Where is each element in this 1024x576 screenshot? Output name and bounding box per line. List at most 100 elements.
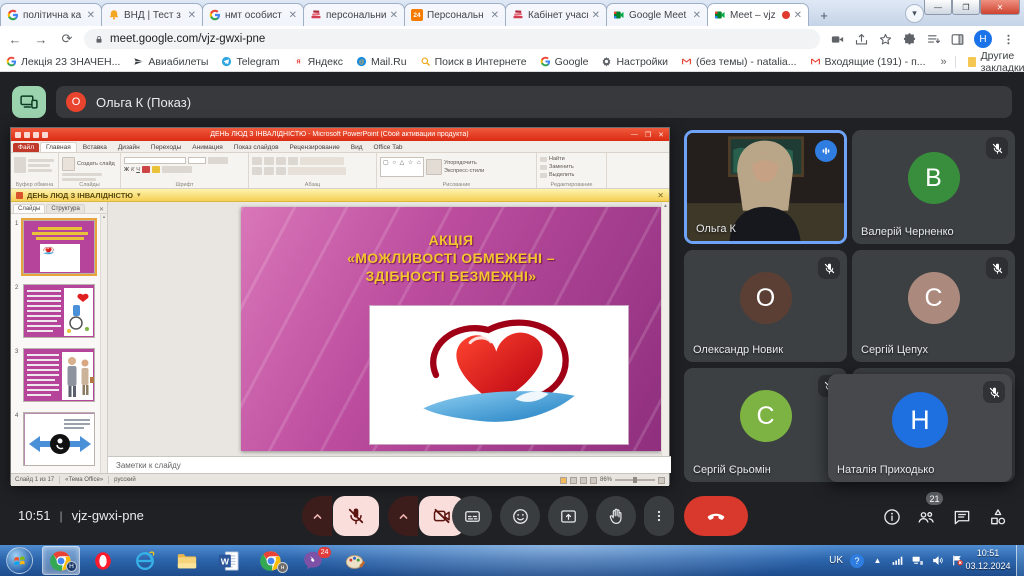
fit-to-window-button[interactable] (658, 477, 665, 484)
ribbon-tab-home[interactable]: Главная (40, 142, 77, 152)
ribbon-tab-animation[interactable]: Анимация (187, 143, 228, 152)
ribbon-tab-officetab[interactable]: Office Tab (369, 143, 408, 152)
profile-avatar[interactable]: H (974, 30, 992, 48)
ribbon-group-clipboard[interactable]: Буфер обмена (11, 153, 59, 188)
more-options-button[interactable] (644, 496, 674, 536)
bookmark-item[interactable]: Входящие (191) - п... (810, 56, 926, 68)
participant-tile-valerii[interactable]: В Валерій Черненко (852, 130, 1015, 244)
tab-kabinet[interactable]: Кабінет учасн ✕ (505, 3, 607, 26)
shared-powerpoint-window[interactable]: ДЕНЬ ЛЮД З ІНВАЛІДНІСТЮ - Microsoft Powe… (10, 127, 670, 485)
shapes-gallery[interactable]: ▢ ○ △ ☆ ⌂ (380, 157, 424, 177)
bookmark-item[interactable]: Google (540, 56, 589, 68)
slide-thumbnail-1[interactable]: 1 (23, 220, 99, 278)
ribbon-group-editing[interactable]: Найти Заменить Выделить Редактирование (537, 153, 607, 188)
notes-pane[interactable]: Заметки к слайду (108, 456, 671, 473)
tab-google-meet[interactable]: Google Meet ✕ (606, 3, 708, 26)
help-icon[interactable]: ? (850, 554, 864, 568)
tab-close-icon[interactable]: ✕ (188, 10, 196, 21)
taskbar-paint[interactable] (336, 546, 374, 575)
ribbon-tab-review[interactable]: Рецензирование (285, 143, 345, 152)
presenter-banner[interactable]: О Ольга К (Показ) (56, 86, 1012, 118)
ribbon-tab-design[interactable]: Дизайн (113, 143, 145, 152)
raise-hand-button[interactable] (596, 496, 636, 536)
captions-button[interactable] (452, 496, 492, 536)
document-tab-close-icon[interactable]: ✕ (657, 191, 664, 200)
taskbar-internet-explorer[interactable] (126, 546, 164, 575)
mic-mute-button[interactable] (333, 496, 379, 536)
quick-access-toolbar[interactable] (15, 132, 48, 138)
slide-thumbnail-4[interactable]: 4 (23, 412, 99, 470)
tab-vnd-test[interactable]: ВНД | Тест з б ✕ (101, 3, 203, 26)
tab-close-icon[interactable]: ✕ (289, 10, 297, 21)
taskbar-chrome[interactable]: H (42, 546, 80, 575)
end-call-button[interactable] (684, 496, 748, 536)
pane-tab-slides[interactable]: Слайды (13, 204, 45, 213)
taskbar-file-explorer[interactable] (168, 546, 206, 575)
volume-icon[interactable] (931, 554, 944, 567)
media-camera-icon[interactable] (830, 32, 845, 47)
participant-tile-nataliia-floating[interactable]: Н Наталія Приходько (828, 374, 1012, 482)
tab-close-icon[interactable]: ✕ (592, 10, 600, 21)
share-icon[interactable] (854, 32, 869, 47)
network-icon[interactable] (911, 554, 924, 567)
bookmark-item[interactable]: Поиск в Интернете (420, 56, 527, 68)
bookmark-item[interactable]: Настройки (601, 56, 668, 68)
pane-tab-outline[interactable]: Структура (46, 204, 84, 213)
tab-close-icon[interactable]: ✕ (693, 10, 701, 21)
tab-nmt[interactable]: нмт особист ✕ (202, 3, 304, 26)
tray-expand-icon[interactable]: ▲ (871, 554, 884, 567)
bookmark-item[interactable]: Telegram (221, 56, 279, 68)
bookmark-item[interactable]: Авиабилеты (133, 56, 208, 68)
slide-thumbnail-2[interactable]: 2 (23, 284, 99, 342)
tab-meet-active[interactable]: Meet – vjz ✕ (707, 3, 809, 26)
signal-icon[interactable] (891, 554, 904, 567)
ribbon-group-slides[interactable]: Создать слайд Слайды (59, 153, 121, 188)
pane-scrollbar[interactable]: ▲ (100, 214, 107, 473)
pane-close-icon[interactable]: ✕ (99, 206, 104, 213)
bookmark-item[interactable]: Лекція 23 ЗНАЧЕН... (6, 56, 120, 68)
ribbon-tab-view[interactable]: Вид (346, 143, 368, 152)
ribbon-tab-insert[interactable]: Вставка (78, 143, 112, 152)
minimize-button[interactable]: — (924, 0, 952, 15)
other-bookmarks[interactable]: Другие закладки (947, 50, 1024, 74)
new-tab-button[interactable]: + (814, 6, 834, 24)
ppt-window-controls[interactable]: —❐✕ (631, 131, 664, 139)
ribbon-group-paragraph[interactable]: Абзац (249, 153, 377, 188)
ribbon-tab-transitions[interactable]: Переходы (146, 143, 187, 152)
language-indicator[interactable]: UK (829, 555, 843, 566)
maximize-button[interactable]: ❐ (952, 0, 980, 15)
bookmark-star-icon[interactable] (878, 32, 893, 47)
close-button[interactable]: ✕ (980, 0, 1020, 15)
forward-icon[interactable]: → (30, 28, 52, 50)
ribbon-group-drawing[interactable]: ▢ ○ △ ☆ ⌂ Упорядочить Экспресс-стили Рис… (377, 153, 537, 188)
tab-search-chevron-icon[interactable]: ▾ (905, 4, 924, 23)
mic-options-chevron[interactable] (302, 496, 332, 536)
bookmark-item[interactable]: Яндекс (293, 56, 343, 68)
tab-politychna[interactable]: політична ка ✕ (0, 3, 102, 26)
slide-thumbnail-3[interactable]: 3 (23, 348, 99, 406)
view-normal-button[interactable] (560, 477, 567, 484)
reload-icon[interactable]: ⟳ (56, 28, 78, 50)
side-panel-icon[interactable] (950, 32, 965, 47)
reading-list-icon[interactable] (926, 32, 941, 47)
participant-tile-olga[interactable]: Ольга К (684, 130, 847, 244)
office-tab-bar[interactable]: ДЕНЬ ЛЮД З ІНВАЛІДНІСТЮ ▾ ✕ (11, 189, 669, 202)
tab-close-icon[interactable]: ✕ (794, 10, 802, 21)
presenting-screen-button[interactable] (12, 86, 46, 118)
participants-icon[interactable] (916, 507, 936, 527)
chat-icon[interactable] (952, 507, 972, 527)
ribbon-group-font[interactable]: Ж К Ч Шрифт (121, 153, 249, 188)
reactions-button[interactable] (500, 496, 540, 536)
participant-tile-serhii-tsepukh[interactable]: С Сергій Цепух (852, 250, 1015, 362)
ribbon-tab-file[interactable]: Файл (13, 143, 39, 152)
show-desktop-button[interactable] (1016, 545, 1024, 576)
taskbar-word[interactable] (210, 546, 248, 575)
camera-options-chevron[interactable] (388, 496, 418, 536)
bookmark-item[interactable]: Mail.Ru (356, 56, 407, 68)
present-button[interactable] (548, 496, 588, 536)
activities-icon[interactable] (988, 507, 1008, 527)
taskbar-opera[interactable] (84, 546, 122, 575)
participant-tile-serhii-yeromin[interactable]: С Сергій Єрьомін (684, 368, 847, 482)
slide-scrollbar[interactable]: ▲ (661, 202, 669, 456)
tab-close-icon[interactable]: ✕ (87, 10, 95, 21)
